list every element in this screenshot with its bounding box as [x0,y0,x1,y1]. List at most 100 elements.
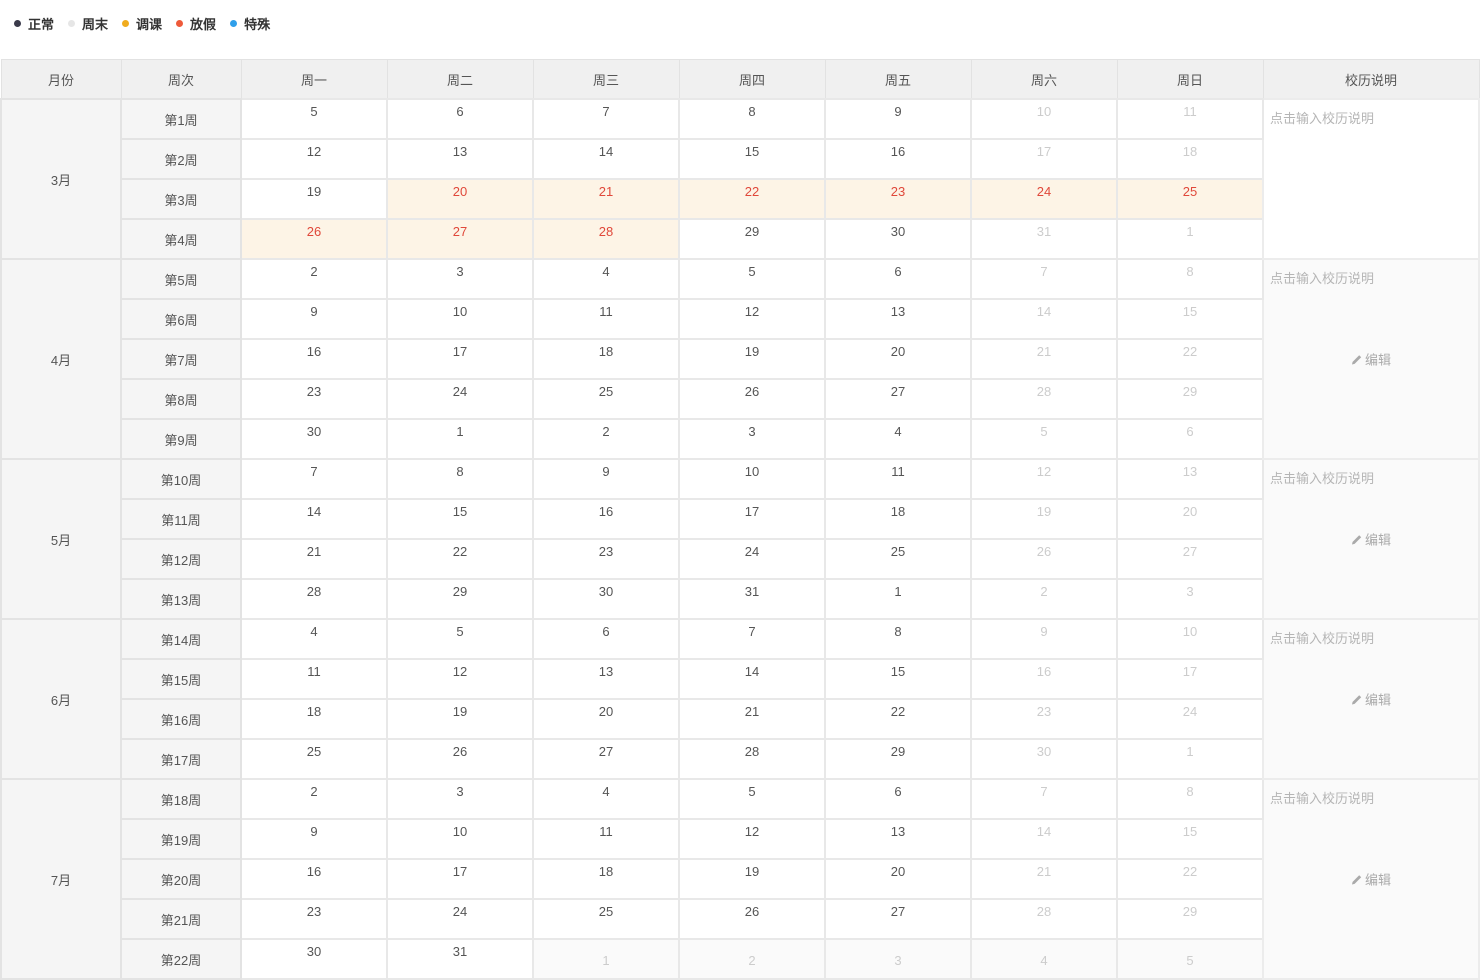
day-cell[interactable]: 1 [532,938,680,980]
day-cell[interactable]: 24 [678,538,826,580]
day-cell[interactable]: 21 [970,858,1118,900]
day-cell[interactable]: 27 [532,738,680,780]
calendar-note-cell[interactable]: 点击输入校历说明编辑 [1262,618,1480,780]
day-cell[interactable]: 23 [970,698,1118,740]
day-cell[interactable]: 14 [970,298,1118,340]
day-cell[interactable]: 22 [824,698,972,740]
day-cell[interactable]: 2 [970,578,1118,620]
edit-note-button[interactable]: 编辑 [1351,870,1391,889]
day-cell[interactable]: 16 [824,138,972,180]
day-cell[interactable]: 21 [678,698,826,740]
day-cell[interactable]: 28 [678,738,826,780]
day-cell[interactable]: 19 [678,338,826,380]
day-cell[interactable]: 20 [824,338,972,380]
day-cell[interactable]: 19 [678,858,826,900]
day-cell[interactable]: 11 [532,818,680,860]
day-cell[interactable]: 19 [240,178,388,220]
day-cell[interactable]: 27 [1116,538,1264,580]
day-cell[interactable]: 5 [678,778,826,820]
day-cell[interactable]: 9 [240,818,388,860]
day-cell[interactable]: 16 [240,858,388,900]
day-cell[interactable]: 9 [240,298,388,340]
day-cell[interactable]: 7 [240,458,388,500]
day-cell[interactable]: 18 [532,338,680,380]
day-cell[interactable]: 6 [824,258,972,300]
day-cell[interactable]: 30 [240,418,388,460]
edit-note-button[interactable]: 编辑 [1351,350,1391,369]
day-cell[interactable]: 21 [970,338,1118,380]
day-cell[interactable]: 10 [386,298,534,340]
note-placeholder[interactable]: 点击输入校历说明 [1270,628,1374,647]
day-cell[interactable]: 10 [386,818,534,860]
day-cell[interactable]: 21 [532,178,680,220]
day-cell[interactable]: 21 [240,538,388,580]
day-cell[interactable]: 3 [386,778,534,820]
day-cell[interactable]: 25 [824,538,972,580]
day-cell[interactable]: 18 [824,498,972,540]
day-cell[interactable]: 4 [824,418,972,460]
day-cell[interactable]: 11 [1116,98,1264,140]
day-cell[interactable]: 27 [824,898,972,940]
day-cell[interactable]: 9 [532,458,680,500]
day-cell[interactable]: 5 [240,98,388,140]
day-cell[interactable]: 15 [1116,818,1264,860]
day-cell[interactable]: 1 [1116,218,1264,260]
day-cell[interactable]: 13 [532,658,680,700]
day-cell[interactable]: 15 [1116,298,1264,340]
day-cell[interactable]: 30 [240,938,388,980]
day-cell[interactable]: 17 [1116,658,1264,700]
calendar-note-cell[interactable]: 点击输入校历说明 编辑 [1262,258,1480,460]
day-cell[interactable]: 6 [1116,418,1264,460]
day-cell[interactable]: 17 [386,858,534,900]
day-cell[interactable]: 11 [824,458,972,500]
day-cell[interactable]: 2 [240,258,388,300]
day-cell[interactable]: 4 [532,258,680,300]
day-cell[interactable]: 26 [678,378,826,420]
day-cell[interactable]: 8 [824,618,972,660]
day-cell[interactable]: 10 [970,98,1118,140]
day-cell[interactable]: 25 [240,738,388,780]
day-cell[interactable]: 6 [824,778,972,820]
day-cell[interactable]: 24 [386,898,534,940]
day-cell[interactable]: 2 [240,778,388,820]
day-cell[interactable]: 13 [1116,458,1264,500]
day-cell[interactable]: 10 [1116,618,1264,660]
day-cell[interactable]: 11 [240,658,388,700]
day-cell[interactable]: 2 [678,938,826,980]
day-cell[interactable]: 14 [240,498,388,540]
note-placeholder[interactable]: 点击输入校历说明 [1270,108,1374,127]
day-cell[interactable]: 13 [824,298,972,340]
day-cell[interactable]: 23 [240,898,388,940]
day-cell[interactable]: 7 [678,618,826,660]
day-cell[interactable]: 6 [532,618,680,660]
day-cell[interactable]: 11 [532,298,680,340]
day-cell[interactable]: 12 [240,138,388,180]
day-cell[interactable]: 20 [1116,498,1264,540]
day-cell[interactable]: 14 [532,138,680,180]
day-cell[interactable]: 18 [532,858,680,900]
day-cell[interactable]: 15 [824,658,972,700]
edit-note-button[interactable]: 编辑 [1351,530,1391,549]
day-cell[interactable]: 2 [532,418,680,460]
edit-note-button[interactable]: 编辑 [1351,690,1391,709]
day-cell[interactable]: 28 [240,578,388,620]
day-cell[interactable]: 27 [824,378,972,420]
day-cell[interactable]: 8 [1116,258,1264,300]
day-cell[interactable]: 23 [824,178,972,220]
day-cell[interactable]: 22 [678,178,826,220]
day-cell[interactable]: 29 [1116,898,1264,940]
day-cell[interactable]: 30 [970,738,1118,780]
day-cell[interactable]: 17 [678,498,826,540]
day-cell[interactable]: 6 [386,98,534,140]
day-cell[interactable]: 22 [1116,858,1264,900]
day-cell[interactable]: 26 [386,738,534,780]
day-cell[interactable]: 9 [970,618,1118,660]
day-cell[interactable]: 26 [970,538,1118,580]
day-cell[interactable]: 3 [1116,578,1264,620]
day-cell[interactable]: 13 [824,818,972,860]
day-cell[interactable]: 18 [240,698,388,740]
day-cell[interactable]: 8 [678,98,826,140]
day-cell[interactable]: 15 [678,138,826,180]
day-cell[interactable]: 22 [1116,338,1264,380]
day-cell[interactable]: 28 [970,378,1118,420]
